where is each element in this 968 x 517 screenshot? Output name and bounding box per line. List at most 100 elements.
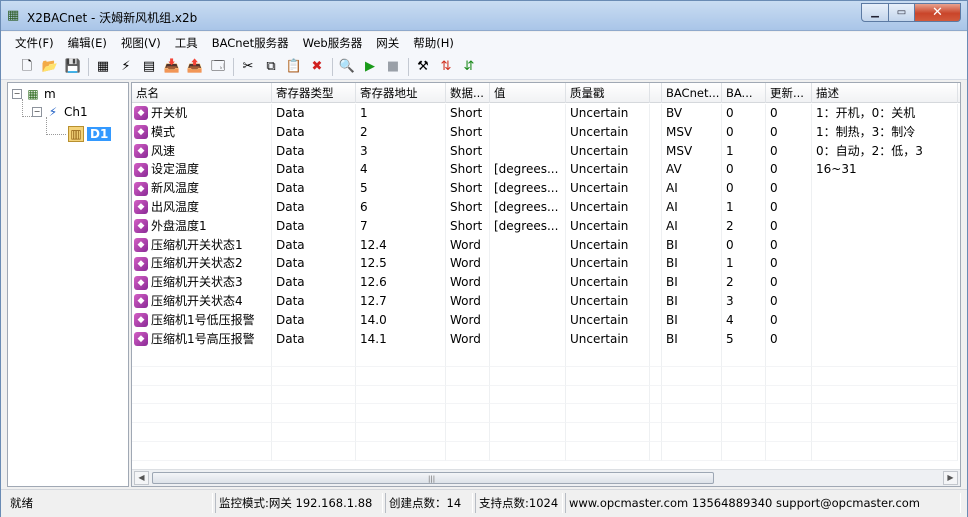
cell-value (490, 310, 566, 330)
export-icon[interactable]: 📤 (185, 57, 205, 77)
cell-name: ◆ 压缩机开关状态3 (132, 273, 272, 292)
table-row[interactable]: ◆ 开关机 Data 1 Short Uncertain BV 0 0 1：开机，0：关机 (132, 104, 960, 123)
maximize-button[interactable]: ▭ (889, 3, 915, 22)
open-folder-icon[interactable]: 📂 (40, 57, 60, 77)
empty-cell (490, 366, 566, 386)
menu-gateway[interactable]: 网关 (376, 35, 399, 51)
properties-icon[interactable]: 🗔 (208, 57, 228, 77)
menu-edit[interactable]: 编辑(E) (68, 35, 107, 51)
column-header-update[interactable]: 更新... (766, 83, 812, 103)
cell-bacnet-instance: 5 (722, 329, 766, 349)
table-row[interactable]: ◆ 压缩机1号高压报警 Data 14.1 Word Uncertain BI 5 0 (132, 329, 960, 349)
cut-icon[interactable]: ✂ (238, 57, 258, 77)
cell-value: [degrees... (490, 216, 566, 236)
table-row[interactable]: ◆ 外盘温度1 Data 7 Short [degrees... Uncertain AI 2 0 (132, 216, 960, 236)
tag-list[interactable]: 点名 寄存器类型 寄存器地址 数据... 值质量戳 BACnet... BA... 更新...… (131, 82, 961, 487)
delete-icon[interactable]: ✖ (307, 57, 327, 77)
column-header-spacer[interactable] (650, 83, 662, 103)
table-row[interactable]: ◆ 压缩机开关状态3 Data 12.6 Word Uncertain BI 2 0 (132, 273, 960, 292)
table-row[interactable]: ◆ 出风温度 Data 6 Short [degrees... Uncertain AI 1 0 (132, 197, 960, 217)
cell-name: ◆ 模式 (132, 122, 272, 142)
paste-icon[interactable]: 📋 (284, 57, 304, 77)
sync-icon[interactable]: ⇵ (459, 57, 479, 77)
table-row[interactable]: ◆ 设定温度 Data 4 Short [degrees... Uncertain AV 0 0 1… (132, 160, 960, 180)
scroll-left-button[interactable]: ◀ (134, 471, 149, 485)
menu-tools[interactable]: 工具 (175, 35, 198, 51)
cell-data-type: Short (446, 179, 490, 198)
add-device-icon[interactable]: ▦ (93, 57, 113, 77)
grip-icon: ||| (428, 475, 436, 483)
scroll-thumb[interactable]: ||| (152, 472, 714, 484)
import-icon[interactable]: 📥 (162, 57, 182, 77)
menu-help[interactable]: 帮助(H) (413, 35, 454, 51)
empty-cell (722, 385, 766, 405)
save-icon[interactable]: 💾 (63, 57, 83, 77)
column-header-reg-type[interactable]: 寄存器类型 (272, 83, 356, 103)
tag-name: 外盘温度1 (151, 218, 207, 233)
menu-view[interactable]: 视图(V) (121, 35, 161, 51)
empty-row (132, 441, 960, 461)
tree-node-label: m (44, 87, 56, 101)
tree-node-device[interactable]: ▥ D1 (68, 125, 112, 143)
table-row[interactable]: ◆ 模式 Data 2 Short Uncertain MSV 0 0 1：制热，3：制冷 (132, 122, 960, 142)
column-header-bacnet-instance[interactable]: BA... (722, 83, 766, 103)
empty-cell (650, 404, 662, 424)
table-row[interactable]: ◆ 压缩机开关状态1 Data 12.4 Word Uncertain BI 0 0 (132, 235, 960, 255)
menu-web-server[interactable]: Web服务器 (303, 35, 363, 51)
column-header-quality[interactable]: 质量戳 (566, 83, 650, 103)
scroll-right-button[interactable]: ▶ (943, 471, 958, 485)
collapse-toggle-icon[interactable]: − (32, 107, 42, 117)
tree-node-root[interactable]: − ▦ m (12, 85, 56, 103)
stop-icon[interactable]: ■ (383, 57, 403, 77)
column-header-data-type[interactable]: 数据... (446, 83, 490, 103)
column-header-description[interactable]: 描述 (812, 83, 958, 103)
empty-cell (132, 404, 272, 424)
tag-name: 开关机 (151, 106, 188, 120)
close-button[interactable]: ✕ (915, 3, 961, 22)
new-file-icon[interactable]: 🗋 (17, 57, 37, 77)
tag-name: 压缩机开关状态1 (151, 237, 243, 252)
title-bar[interactable]: ▦ X2BACnet - 沃姆新风机组.x2b ▁ ▭ ✕ (1, 1, 967, 31)
table-row[interactable]: ◆ 压缩机开关状态4 Data 12.7 Word Uncertain BI 3 0 (132, 291, 960, 311)
minimize-button[interactable]: ▁ (861, 3, 889, 22)
tag-name: 新风温度 (151, 181, 200, 196)
cell-reg-address: 12.7 (356, 291, 446, 311)
empty-cell (356, 423, 446, 442)
cell-bacnet-instance: 4 (722, 310, 766, 330)
device-tree[interactable]: − ▦ m − ⚡ Ch1 ▥ D1 (7, 82, 129, 487)
cell-data-type: Short (446, 141, 490, 161)
tools-icon[interactable]: ⚒ (413, 57, 433, 77)
table-row[interactable]: ◆ 压缩机开关状态2 Data 12.5 Word Uncertain BI 1 0 (132, 254, 960, 274)
tag-icon: ◆ (134, 219, 148, 234)
cell-bacnet-instance: 0 (722, 104, 766, 123)
cell-spacer (650, 216, 662, 236)
tree-connector (46, 134, 66, 135)
list-header: 点名 寄存器类型 寄存器地址 数据... 值质量戳 BACnet... BA... 更新...… (132, 83, 960, 103)
cell-quality: Uncertain (566, 329, 650, 349)
column-header-name[interactable]: 点名 (132, 83, 272, 103)
cell-name: ◆ 风速 (132, 141, 272, 161)
add-tag-icon[interactable]: ▤ (139, 57, 159, 77)
column-header-bacnet-type[interactable]: BACnet... (662, 83, 722, 103)
toolbar-separator (233, 57, 234, 76)
empty-cell (566, 441, 650, 461)
monitor-icon[interactable]: 🔍 (337, 57, 357, 77)
copy-icon[interactable]: ⧉ (261, 57, 281, 77)
cell-reg-address: 12.5 (356, 254, 446, 274)
table-row[interactable]: ◆ 风速 Data 3 Short Uncertain MSV 1 0 0：自动，2：低，3 (132, 141, 960, 161)
collapse-toggle-icon[interactable]: − (12, 89, 22, 99)
table-row[interactable]: ◆ 新风温度 Data 5 Short [degrees... Uncertain AI 0 0 (132, 179, 960, 198)
tree-node-channel[interactable]: − ⚡ Ch1 (32, 103, 88, 121)
start-icon[interactable]: ▶ (360, 57, 380, 77)
column-header-value[interactable]: 值 (490, 83, 566, 103)
menu-file[interactable]: 文件(F) (15, 35, 54, 51)
gateway-icon[interactable]: ⇅ (436, 57, 456, 77)
menu-bar: 文件(F) 编辑(E) 视图(V) 工具 BACnet服务器 Web服务器 网关… (1, 32, 967, 54)
add-channel-icon[interactable]: ⚡ (116, 57, 136, 77)
column-header-reg-address[interactable]: 寄存器地址 (356, 83, 446, 103)
toolbar: 🗋 📂 💾 ▦ ⚡ ▤ 📥 📤 🗔 ✂ ⧉ 📋 ✖ 🔍 ▶ ■ ⚒ ⇅ ⇵ (1, 54, 967, 80)
menu-bacnet-server[interactable]: BACnet服务器 (212, 35, 289, 51)
table-row[interactable]: ◆ 压缩机1号低压报警 Data 14.0 Word Uncertain BI 4 0 (132, 310, 960, 330)
horizontal-scrollbar[interactable]: ◀ ||| ▶ (132, 469, 960, 486)
cell-reg-type: Data (272, 216, 356, 236)
